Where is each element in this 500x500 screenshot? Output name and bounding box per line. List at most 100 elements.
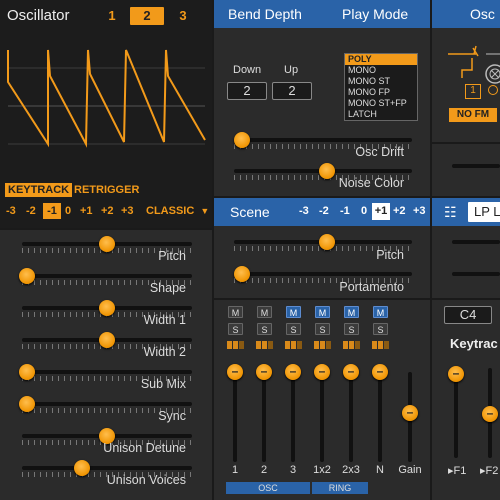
mute-button[interactable]: M [315,306,330,318]
ring-group-label: RING [312,482,368,494]
scene-octave-minus2[interactable]: -2 [319,205,329,217]
keytrack-root-field[interactable]: C4 [444,306,492,324]
noise-color-label: Noise Color [338,176,404,190]
channel-fader-knob[interactable]: – [227,364,243,380]
channel-fader-track[interactable] [378,372,382,462]
filter-type-select[interactable]: LP L [468,202,500,222]
mute-button[interactable]: M [344,306,359,318]
retrigger-button[interactable]: RETRIGGER [74,183,139,197]
scene-octave-plus1[interactable]: +1 [372,203,390,220]
play-mode-option[interactable]: MONO FP [345,87,417,98]
scene-octave-plus3[interactable]: +3 [413,205,426,217]
play-mode-option[interactable]: LATCH [345,109,417,120]
channel-fader-track[interactable] [262,372,266,462]
gain-fader-knob[interactable]: – [402,404,418,421]
f2-fader-knob[interactable]: – [482,406,498,422]
mute-button[interactable]: M [228,306,243,318]
filter-header: ☷ LP L [432,198,500,226]
solo-button[interactable]: S [286,323,301,335]
channel-fader-track[interactable] [349,372,353,462]
scene-octave-0[interactable]: 0 [361,205,367,217]
channel-label: 1 [231,464,239,476]
channel-fader-knob[interactable]: – [285,364,301,380]
bend-up-field[interactable]: 2 [272,82,312,100]
osc-param-knob[interactable] [99,332,115,348]
channel-fader-track[interactable] [233,372,237,462]
filter-cutoff-track[interactable] [452,240,500,244]
osc-tab-2[interactable]: 2 [130,7,164,25]
osc-param-track[interactable] [22,402,192,406]
channel-label: 1x2 [313,464,331,476]
osc-octave-0[interactable]: 0 [65,205,71,217]
osc-tab-1[interactable]: 1 [103,8,121,23]
osc-drift-track[interactable] [234,138,412,142]
channel-fader-track[interactable] [291,372,295,462]
scene-octave-minus3[interactable]: -3 [299,205,309,217]
play-mode-option[interactable]: MONO [345,65,417,76]
osc-type-label: CLASSIC [146,205,195,217]
osc-param-track[interactable] [22,466,192,470]
osc-param-knob[interactable] [73,460,90,476]
play-mode-option[interactable]: POLY [345,54,417,65]
mute-button[interactable]: M [286,306,301,318]
play-mode-option[interactable]: MONO ST+FP [345,98,417,109]
solo-button[interactable]: S [257,323,272,335]
osc-param-track[interactable] [22,370,192,374]
f2-label: ▸F2 [480,465,499,477]
f1-fader-knob[interactable]: – [448,366,464,382]
bend-down-field[interactable]: 2 [227,82,267,100]
osc-param-knob[interactable] [19,396,36,412]
channel-fader-track[interactable] [320,372,324,462]
solo-button[interactable]: S [373,323,388,335]
solo-button[interactable]: S [228,323,243,335]
scene-octave-plus2[interactable]: +2 [393,205,406,217]
noise-color-knob[interactable] [319,163,335,179]
osc-param-knob[interactable] [99,300,115,316]
scene-pitch-knob[interactable] [319,234,335,250]
fm-operator-1[interactable]: 1 [465,84,481,99]
osc-octave-plus2[interactable]: +2 [101,205,114,217]
channel-fader-knob[interactable]: – [343,364,359,380]
no-fm-button[interactable]: NO FM [449,108,497,122]
osc-octave-plus1[interactable]: +1 [80,205,93,217]
osc-type-dropdown[interactable]: CLASSIC ▼ [146,205,209,217]
level-led [239,341,244,349]
channel-fader-knob[interactable]: – [372,364,388,380]
osc-fm-header: Osc [432,0,500,28]
osc-param-label: Shape [149,281,186,295]
keytrack-panel: C4 Keytrac – – ▸F1 ▸F2 [432,300,500,500]
osc-param-knob[interactable] [19,268,36,284]
solo-button[interactable]: S [315,323,330,335]
fm-routing-small-circle[interactable] [488,85,498,95]
portamento-knob[interactable] [234,266,250,282]
solo-button[interactable]: S [344,323,359,335]
filter-reso-track[interactable] [452,272,500,276]
mute-button[interactable]: M [257,306,272,318]
osc-octave-minus2[interactable]: -2 [26,205,36,217]
channel-label: N [376,464,384,476]
ladder-icon[interactable]: ☷ [444,204,457,221]
play-mode-option[interactable]: MONO ST [345,76,417,87]
play-mode-title: Play Mode [342,6,409,22]
osc-param-knob[interactable] [19,364,36,380]
osc-group-label: OSC [226,482,310,494]
osc-param-label: Unison Detune [103,441,186,455]
osc-tab-3[interactable]: 3 [174,8,192,23]
osc-drift-knob[interactable] [234,132,250,148]
scene-octave-minus1[interactable]: -1 [340,205,350,217]
osc-param-track[interactable] [22,274,192,278]
scene-pitch-label: Pitch [376,248,404,262]
portamento-track[interactable] [234,272,412,276]
mute-button[interactable]: M [373,306,388,318]
level-led [320,341,325,349]
keytrack-button[interactable]: KEYTRACK [5,183,73,197]
osc-octave-minus3[interactable]: -3 [6,205,16,217]
channel-fader-knob[interactable]: – [314,364,330,380]
osc-octave-plus3[interactable]: +3 [121,205,134,217]
level-led [297,341,302,349]
filter-mini-track[interactable] [452,164,500,168]
level-led [256,341,261,349]
osc-octave-minus1[interactable]: -1 [43,203,61,219]
osc-param-knob[interactable] [99,236,115,252]
channel-fader-knob[interactable]: – [256,364,272,380]
